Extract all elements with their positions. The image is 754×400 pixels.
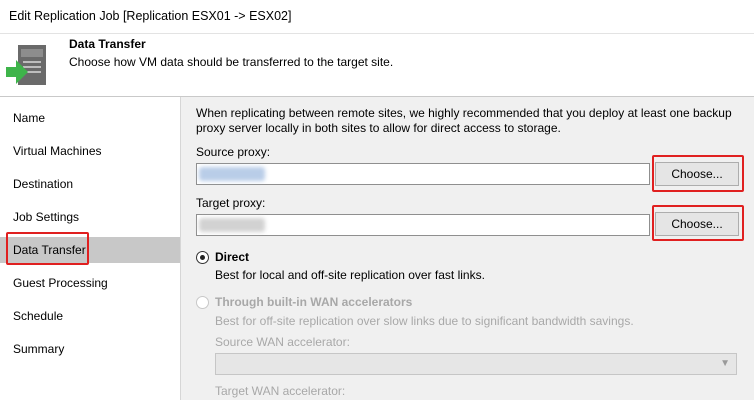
wan-option-title[interactable]: Through built-in WAN accelerators xyxy=(215,295,412,309)
direct-option-title[interactable]: Direct xyxy=(215,250,249,264)
target-proxy-field[interactable] xyxy=(196,214,650,236)
source-proxy-label: Source proxy: xyxy=(196,145,271,159)
main-panel: When replicating between remote sites, w… xyxy=(181,97,754,400)
highlight-target-choose xyxy=(652,205,744,241)
sidebar-item-name[interactable]: Name xyxy=(0,105,180,131)
target-wan-label: Target WAN accelerator: xyxy=(215,384,346,398)
wan-option-description: Best for off-site replication over slow … xyxy=(215,314,634,328)
direct-radio[interactable] xyxy=(196,251,209,264)
title-bar: Edit Replication Job [Replication ESX01 … xyxy=(0,0,754,34)
header-title: Data Transfer xyxy=(69,37,146,51)
sidebar-item-guest-processing[interactable]: Guest Processing xyxy=(0,270,180,296)
sidebar-item-virtual-machines[interactable]: Virtual Machines xyxy=(0,138,180,164)
highlight-data-transfer xyxy=(6,232,89,265)
header-description: Choose how VM data should be transferred… xyxy=(69,55,394,69)
source-proxy-field[interactable] xyxy=(196,163,650,185)
sidebar-item-destination[interactable]: Destination xyxy=(0,171,180,197)
source-proxy-value-blurred xyxy=(199,167,265,181)
highlight-source-choose xyxy=(652,155,744,192)
chevron-down-icon: ▼ xyxy=(720,358,730,369)
wizard-header: Data Transfer Choose how VM data should … xyxy=(0,34,754,96)
sidebar-item-summary[interactable]: Summary xyxy=(0,336,180,362)
data-transfer-icon xyxy=(6,43,50,87)
wan-radio[interactable] xyxy=(196,296,209,309)
sidebar-item-job-settings[interactable]: Job Settings xyxy=(0,204,180,230)
target-proxy-value-blurred xyxy=(199,218,265,232)
target-proxy-label: Target proxy: xyxy=(196,196,266,210)
direct-option-description: Best for local and off-site replication … xyxy=(215,268,485,282)
source-wan-select[interactable]: ▼ xyxy=(215,353,737,375)
source-wan-label: Source WAN accelerator: xyxy=(215,335,350,349)
intro-text: When replicating between remote sites, w… xyxy=(196,106,732,135)
window-title: Edit Replication Job [Replication ESX01 … xyxy=(9,9,292,23)
sidebar-item-schedule[interactable]: Schedule xyxy=(0,303,180,329)
